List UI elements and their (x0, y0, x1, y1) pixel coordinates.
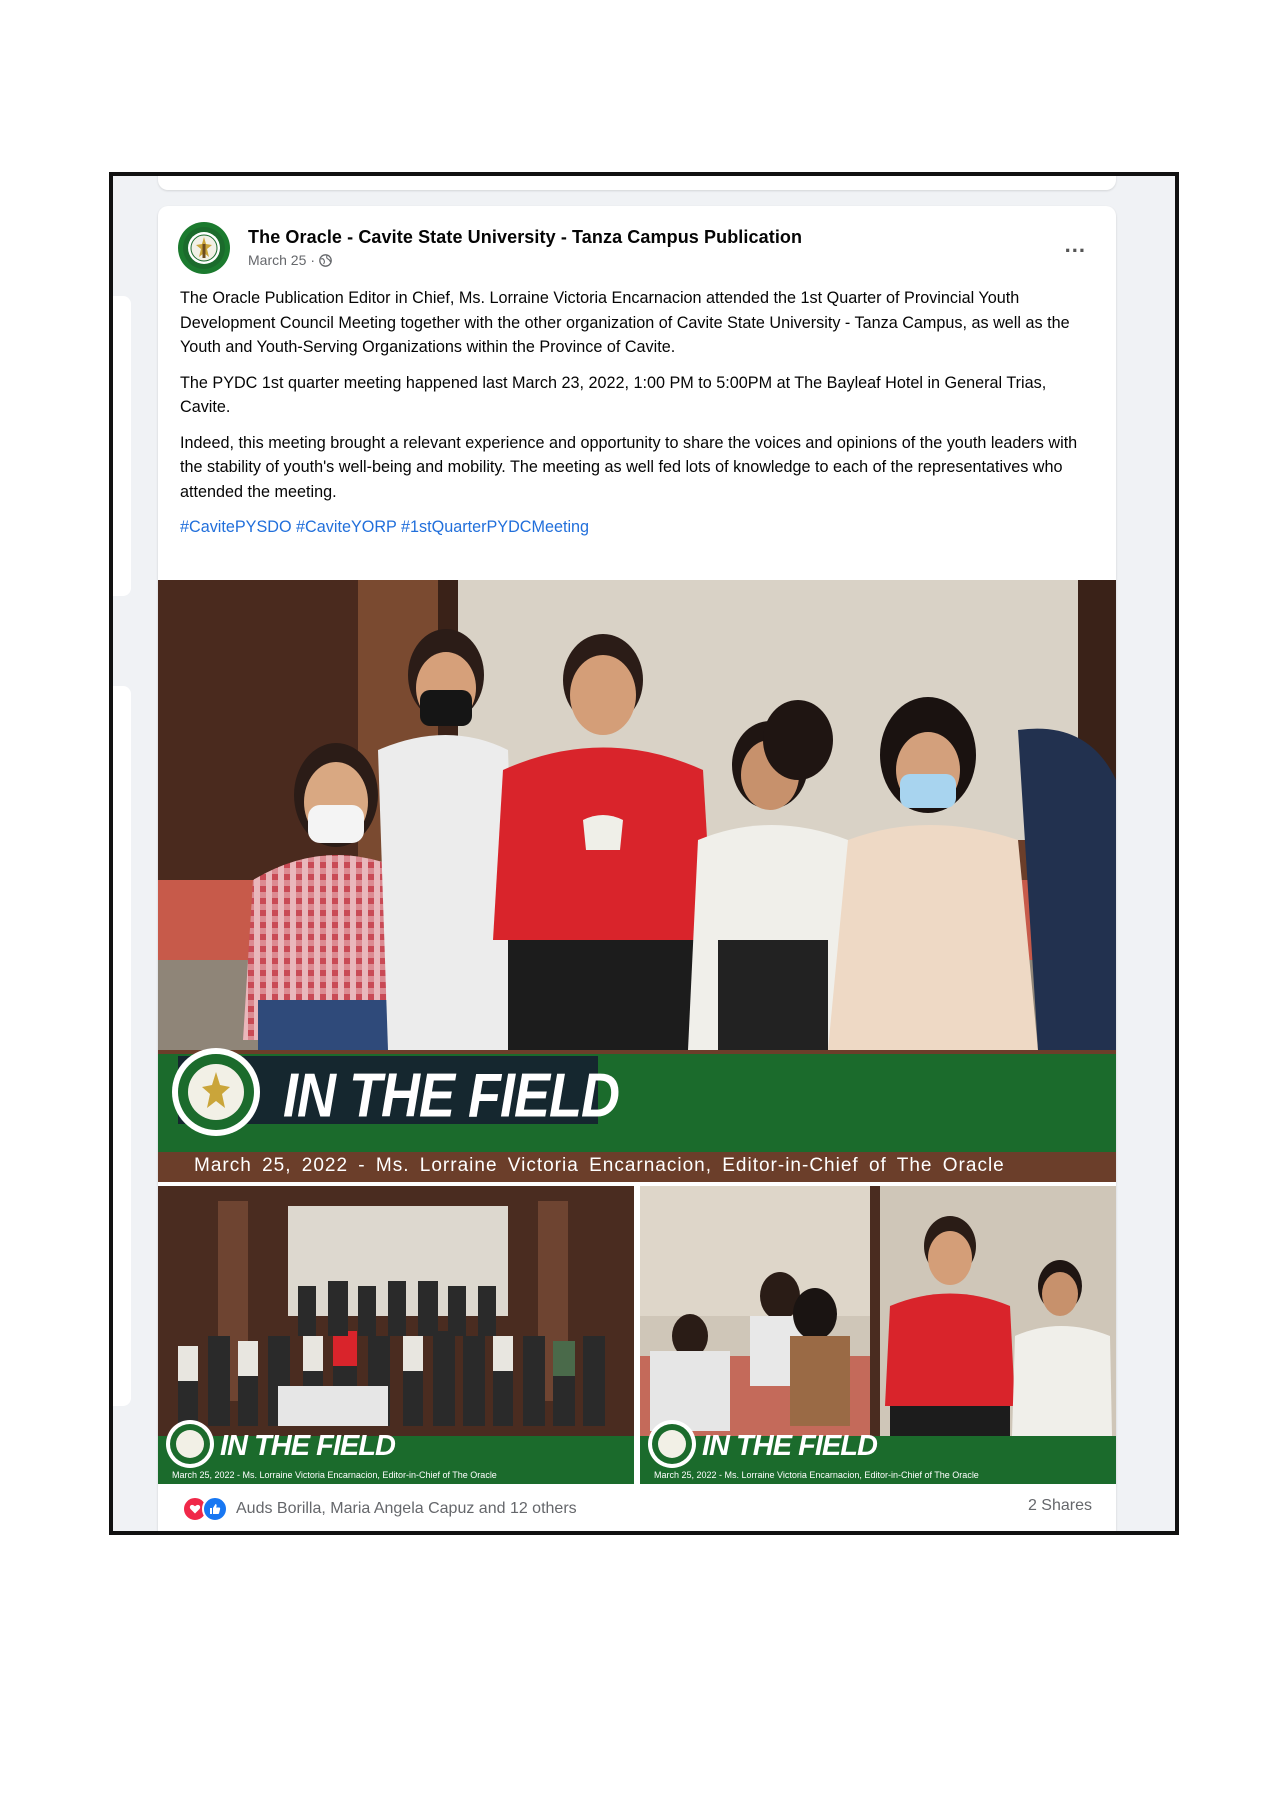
small-banner-title: IN THE FIELD (220, 1430, 396, 1462)
hashtag-links[interactable]: #CavitePYSDO #CaviteYORP #1stQuarterPYDC… (180, 515, 1095, 540)
shares-count[interactable]: 2 Shares (1028, 1497, 1092, 1515)
more-options-button[interactable]: ... (1065, 232, 1086, 258)
page-name-link[interactable]: The Oracle - Cavite State University - T… (248, 227, 802, 248)
footer-divider (180, 1532, 1094, 1533)
photo-group[interactable]: IN THE FIELD March 25, 2022 - Ms. Lorrai… (158, 1186, 634, 1484)
post-card: The Oracle - Cavite State University - T… (158, 206, 1116, 1533)
main-photo[interactable]: IN THE FIELD March 25, 2022 - Ms. Lorrai… (158, 580, 1116, 1182)
like-reaction-icon (202, 1496, 228, 1522)
post-paragraph: The PYDC 1st quarter meeting happened la… (180, 373, 1047, 417)
banner-caption: March 25, 2022 - Ms. Lorraine Victoria E… (194, 1155, 1005, 1176)
post-meta: March 25 · (248, 252, 332, 268)
screenshot-frame: The Oracle - Cavite State University - T… (109, 172, 1179, 1535)
left-sidebar-edge (113, 686, 131, 1406)
page-avatar[interactable] (178, 222, 230, 274)
post-paragraph: Indeed, this meeting brought a relevant … (180, 433, 1078, 501)
post-date[interactable]: March 25 (248, 252, 306, 268)
globe-icon (319, 253, 332, 267)
photo-group[interactable]: IN THE FIELD March 25, 2022 - Ms. Lorrai… (640, 1186, 1116, 1484)
banner-title: IN THE FIELD (283, 1061, 620, 1131)
post-paragraph: The Oracle Publication Editor in Chief, … (180, 289, 1070, 356)
oracle-logo-icon (183, 227, 225, 269)
previous-post-card (158, 176, 1116, 190)
small-banner-caption: March 25, 2022 - Ms. Lorraine Victoria E… (654, 1470, 979, 1480)
left-sidebar-edge (113, 296, 131, 596)
small-banner-title: IN THE FIELD (702, 1430, 878, 1462)
meta-separator: · (310, 252, 316, 268)
reactions-text[interactable]: Auds Borilla, Maria Angela Capuz and 12 … (236, 1500, 577, 1518)
reactions-summary[interactable]: Auds Borilla, Maria Angela Capuz and 12 … (182, 1496, 577, 1522)
post-text: The Oracle Publication Editor in Chief, … (180, 286, 1095, 551)
small-banner-caption: March 25, 2022 - Ms. Lorraine Victoria E… (172, 1470, 497, 1480)
